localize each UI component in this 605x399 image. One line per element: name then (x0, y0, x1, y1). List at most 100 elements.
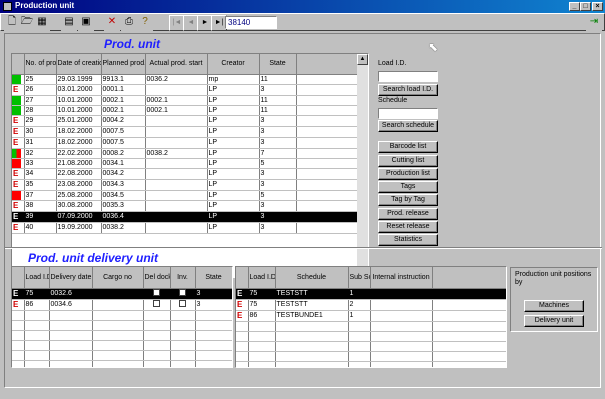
table-row[interactable] (236, 321, 506, 332)
table-row[interactable]: 27 10.01.2000 0002.1 0002.1 LP 11 (12, 95, 359, 106)
exit-icon[interactable]: ⇥ (586, 15, 602, 31)
prod-unit-scrollbar[interactable]: ▲ ▼ (357, 54, 368, 277)
table-row[interactable] (12, 310, 232, 321)
cell-planned: 0007.5 (101, 126, 146, 138)
col-header[interactable]: Inv. (170, 267, 196, 289)
cutting-list-button[interactable]: Cutting list (378, 155, 438, 167)
empty-cell (12, 330, 25, 341)
barcode-list-button[interactable]: Barcode list (378, 141, 438, 153)
inv-checkbox[interactable] (179, 288, 186, 296)
col-header[interactable]: Actual prod. start (145, 54, 208, 75)
close-button[interactable]: × (592, 2, 603, 11)
col-header[interactable]: Creator (207, 54, 260, 75)
schedule-input[interactable] (378, 108, 438, 119)
table-row[interactable]: E 75 0032.6 3 (12, 288, 232, 300)
search-load-id-button[interactable]: Search load I.D. (378, 84, 438, 96)
col-header[interactable]: Load I.D (248, 267, 276, 289)
prod-release-button[interactable]: Prod. release (378, 208, 438, 220)
table-row[interactable]: 32 22.02.2000 0008.2 0038.2 LP 7 (12, 148, 359, 159)
new-document-icon[interactable]: 🗋 (4, 15, 20, 31)
tags-button[interactable]: Tags (378, 181, 438, 193)
empty-cell (12, 340, 25, 351)
cell-actual: 0038.2 (145, 148, 208, 159)
delete-icon[interactable]: ✕ (104, 15, 120, 31)
status-indicator: E (236, 310, 249, 322)
production-list-button[interactable]: Production list (378, 168, 438, 180)
table-row[interactable]: E 75 TESTSTT 1 (236, 288, 506, 300)
col-header[interactable]: State (195, 267, 232, 289)
reset-release-button[interactable]: Reset release (378, 221, 438, 233)
col-header[interactable]: Delivery date (49, 267, 93, 289)
table-row[interactable] (12, 330, 232, 341)
cell-state: 5 (259, 190, 297, 201)
table-row[interactable]: E 26 03.01.2000 0001.1 LP 3 (12, 84, 359, 96)
statistics-button[interactable]: Statistics (378, 234, 438, 246)
table-row[interactable] (236, 361, 506, 367)
table-row[interactable]: E 40 19.09.2000 0038.2 LP 3 (12, 222, 359, 234)
table-row[interactable]: 33 21.08.2000 0034.1 LP 5 (12, 158, 359, 169)
col-header[interactable]: Date of creatio (56, 54, 102, 75)
table-row[interactable]: 25 29.03.1999 9913.1 0036.2 mp 11 (12, 74, 359, 85)
status-swatch-icon (12, 148, 21, 157)
table-row[interactable]: E 30 18.02.2000 0007.5 LP 3 (12, 126, 359, 138)
scroll-up-icon[interactable]: ▲ (357, 54, 368, 65)
table-row[interactable] (12, 350, 232, 361)
save-icon[interactable]: ▣ (78, 15, 94, 31)
machines-button[interactable]: Machines (524, 300, 584, 312)
load-id-label: Load I.D. (378, 60, 407, 67)
cell-planned: 0008.2 (101, 148, 146, 159)
table-row[interactable]: E 35 23.08.2000 0034.3 LP 3 (12, 179, 359, 191)
table-icon[interactable]: ▤ (61, 15, 77, 31)
col-header[interactable]: Internal instruction (370, 267, 433, 289)
inv-checkbox[interactable] (179, 299, 186, 307)
col-header[interactable]: No. of prod. unit (24, 54, 57, 75)
empty-cell (348, 361, 371, 367)
table-row[interactable]: E 34 22.08.2000 0034.2 LP 3 (12, 168, 359, 180)
table-row[interactable]: E 86 TESTBUNDE1 1 (236, 310, 506, 322)
table-row[interactable]: E 29 25.01.2000 0004.2 LP 3 (12, 115, 359, 127)
col-header[interactable]: Del docket (143, 267, 171, 289)
table-row[interactable]: E 86 0034.6 3 (12, 299, 232, 311)
del-docket-checkbox[interactable] (153, 288, 160, 296)
table-row[interactable]: 28 10.01.2000 0002.1 0002.1 LP 11 (12, 105, 359, 116)
table-row[interactable] (12, 360, 232, 367)
col-header[interactable]: Load I.D (24, 267, 50, 289)
col-header[interactable]: State (259, 54, 297, 75)
search-schedule-button[interactable]: Search schedule (378, 120, 438, 132)
minimize-button[interactable]: _ (569, 2, 580, 11)
record-counter: 38140 (225, 16, 277, 29)
schedule-grid[interactable]: Load I.D Schedule Sub Sched Internal ins… (235, 266, 507, 368)
table-row[interactable]: 37 25.08.2000 0034.5 LP 5 (12, 190, 359, 201)
prod-unit-grid[interactable]: No. of prod. unit Date of creatio Planne… (11, 53, 369, 278)
load-id-input[interactable] (378, 71, 438, 82)
tag-by-tag-button[interactable]: Tag by Tag (378, 194, 438, 206)
table-row[interactable]: E 39 07.09.2000 0036.4 LP 3 (12, 211, 359, 223)
filler-cell (296, 137, 359, 149)
open-folder-icon[interactable]: 🗁 (19, 15, 35, 31)
help-icon[interactable]: ? (137, 15, 153, 31)
print-icon[interactable]: ⎙ (121, 15, 137, 31)
empty-cell (143, 320, 171, 331)
del-docket-checkbox[interactable] (153, 299, 160, 307)
table-row[interactable]: E 31 18.02.2000 0007.5 LP 3 (12, 137, 359, 149)
table-row[interactable]: E 38 30.08.2000 0035.3 LP 3 (12, 200, 359, 212)
status-indicator (12, 190, 25, 201)
edit-marker-icon: E (13, 211, 19, 221)
maximize-button[interactable]: □ (580, 2, 591, 11)
delivery-unit-button[interactable]: Delivery unit (524, 315, 584, 327)
table-row[interactable] (12, 320, 232, 331)
table-row[interactable] (236, 331, 506, 342)
cursor-icon: ⬉ (428, 40, 439, 54)
col-header[interactable]: Cargo no (92, 267, 144, 289)
cell-date: 25.01.2000 (56, 115, 102, 127)
table-row[interactable] (12, 340, 232, 351)
table-row[interactable] (236, 351, 506, 362)
table-row[interactable] (236, 341, 506, 352)
tree-view-icon[interactable]: ▦ (34, 15, 50, 31)
col-header[interactable]: Planned prod. (101, 54, 146, 75)
empty-cell (248, 341, 276, 352)
delivery-grid[interactable]: Load I.D Delivery date Cargo no Del dock… (11, 266, 233, 368)
col-header[interactable]: Schedule (275, 267, 349, 289)
table-row[interactable]: E 75 TESTSTT 2 (236, 299, 506, 311)
col-header[interactable]: Sub Sched (348, 267, 371, 289)
